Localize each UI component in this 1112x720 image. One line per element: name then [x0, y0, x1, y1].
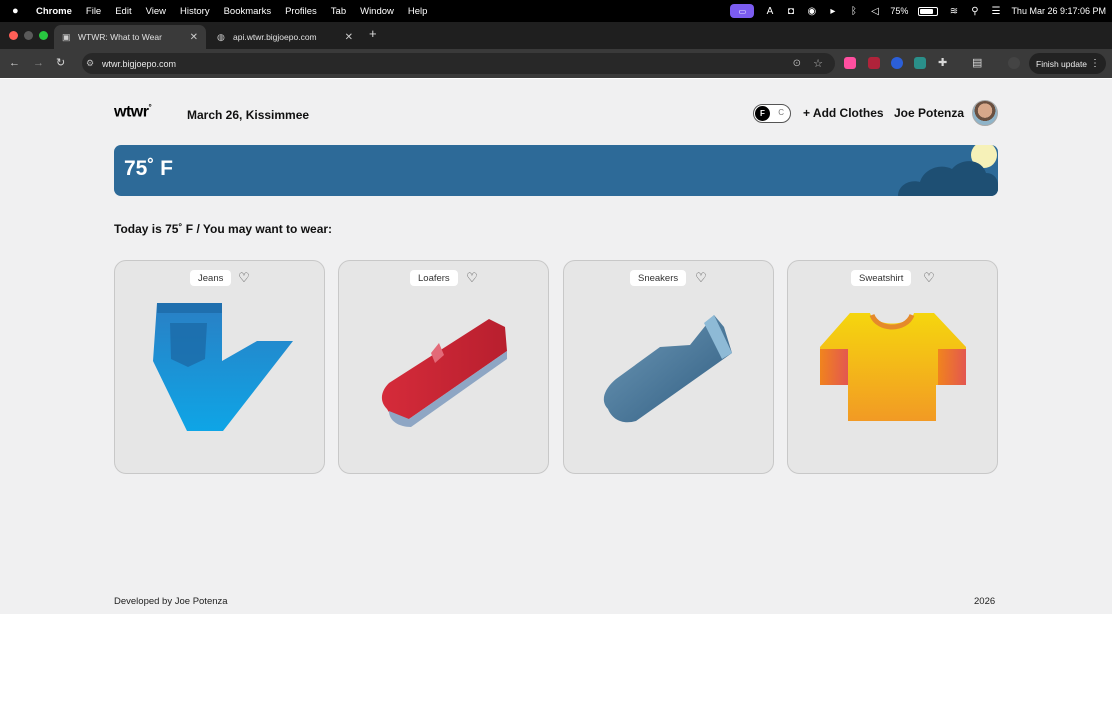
- clothing-suggestion-heading: Today is 75˚ F / You may want to wear:: [114, 222, 333, 236]
- bookmark-star-icon[interactable]: ☆: [813, 57, 823, 70]
- username[interactable]: Joe Potenza: [894, 106, 964, 120]
- extensions-puzzle-icon[interactable]: ✚: [938, 56, 947, 70]
- logo-mark: °: [148, 103, 152, 112]
- browser-tab-strip: ▣ WTWR: What to Wear ✕ ◍ api.wtwr.bigjoe…: [0, 22, 1112, 49]
- sweatshirt-icon: [820, 313, 966, 421]
- screenshot-icon[interactable]: ◘: [785, 6, 796, 17]
- site-info-icon[interactable]: ⚙: [86, 58, 94, 69]
- toggle-knob-fahrenheit: F: [755, 106, 770, 121]
- extension-teal-icon[interactable]: [914, 57, 926, 69]
- apple-menu-icon[interactable]: ●: [12, 5, 26, 17]
- battery-percent: 75%: [890, 6, 909, 16]
- menu-clock[interactable]: Thu Mar 26 9:17:06 PM: [1011, 6, 1106, 16]
- tab-api[interactable]: ◍ api.wtwr.bigjoepo.com ✕: [209, 25, 361, 49]
- spotlight-search-icon[interactable]: ⚲: [969, 6, 980, 17]
- back-arrow-icon[interactable]: ←: [9, 56, 20, 70]
- menu-view[interactable]: View: [146, 6, 166, 17]
- page-favicon-icon: ▣: [62, 32, 71, 42]
- extension-pink-icon[interactable]: [844, 57, 856, 69]
- menu-history[interactable]: History: [180, 6, 210, 17]
- play-icon[interactable]: ▸: [827, 6, 838, 17]
- weather-banner: 75˚ F: [114, 145, 998, 196]
- tab-title: WTWR: What to Wear: [78, 32, 162, 42]
- reload-icon[interactable]: ↻: [56, 56, 65, 70]
- footer-year: 2026: [974, 596, 996, 607]
- item-card-sweatshirt[interactable]: Sweatshirt ♡: [787, 260, 998, 474]
- address-bar[interactable]: ⚙ wtwr.bigjoepo.com ⊙ ☆: [82, 53, 835, 74]
- item-card-sneakers[interactable]: Sneakers ♡: [563, 260, 774, 474]
- tab-title: api.wtwr.bigjoepo.com: [233, 32, 317, 42]
- url-text: wtwr.bigjoepo.com: [102, 58, 177, 69]
- like-heart-icon[interactable]: ♡: [694, 270, 708, 286]
- sneakers-icon: [603, 315, 732, 423]
- item-name-label: Sneakers: [630, 270, 687, 286]
- add-clothes-button[interactable]: + Add Clothes: [803, 106, 884, 120]
- extension-password-icon[interactable]: [891, 57, 903, 69]
- tab-wtwr[interactable]: ▣ WTWR: What to Wear ✕: [54, 25, 206, 49]
- forward-arrow-icon[interactable]: →: [33, 56, 44, 70]
- menu-file[interactable]: File: [86, 6, 101, 17]
- font-icon[interactable]: A: [764, 6, 775, 17]
- side-panel-icon[interactable]: ▤: [972, 56, 982, 70]
- wtwr-logo[interactable]: wtwr°: [114, 103, 152, 121]
- volume-icon[interactable]: ◁: [869, 6, 880, 17]
- close-window-button[interactable]: [9, 31, 18, 40]
- jeans-icon: [153, 303, 293, 431]
- maximize-window-button[interactable]: [39, 31, 48, 40]
- item-card-jeans[interactable]: Jeans ♡: [114, 260, 325, 474]
- globe-icon: ◍: [217, 32, 225, 42]
- like-heart-icon[interactable]: ♡: [465, 270, 479, 286]
- weather-temperature: 75˚ F: [124, 157, 174, 180]
- date-location: March 26, Kissimmee: [187, 108, 310, 122]
- menu-bookmarks[interactable]: Bookmarks: [224, 6, 272, 17]
- macos-menu-bar: ● Chrome File Edit View History Bookmark…: [0, 0, 1112, 22]
- cloud-sun-icon: [898, 145, 998, 196]
- browser-toolbar: ← → ↻ ⚙ wtwr.bigjoepo.com ⊙ ☆ ✚ ▤ Finish…: [0, 49, 1112, 78]
- bluetooth-icon[interactable]: ᛒ: [848, 6, 859, 17]
- new-tab-button[interactable]: +: [369, 26, 377, 41]
- close-tab-icon[interactable]: ✕: [190, 32, 198, 43]
- profile-avatar-icon[interactable]: [1008, 57, 1020, 69]
- menu-extras: ▭ A ◘ ◉ ▸ ᛒ ◁ 75% ≋ ⚲ ☰ Thu Mar 26 9:17:…: [730, 0, 1106, 22]
- screen-share-icon[interactable]: ▭: [730, 4, 755, 18]
- record-icon[interactable]: ◉: [806, 6, 817, 17]
- menu-profiles[interactable]: Profiles: [285, 6, 317, 17]
- battery-icon[interactable]: [918, 6, 939, 16]
- wifi-icon[interactable]: ≋: [948, 6, 959, 17]
- logo-text: wtwr: [114, 103, 149, 121]
- menu-app-name[interactable]: Chrome: [36, 6, 72, 17]
- minimize-window-button[interactable]: [24, 31, 33, 40]
- extension-red-icon[interactable]: [868, 57, 880, 69]
- location-icon[interactable]: ⊙: [793, 58, 801, 69]
- menu-window[interactable]: Window: [360, 6, 394, 17]
- avatar[interactable]: [972, 100, 998, 126]
- toggle-label-celsius: C: [778, 108, 784, 117]
- item-name-label: Loafers: [410, 270, 458, 286]
- item-name-label: Sweatshirt: [851, 270, 912, 286]
- finish-update-button[interactable]: Finish update ⋮: [1029, 53, 1106, 74]
- item-card-loafers[interactable]: Loafers ♡: [338, 260, 549, 474]
- more-options-icon[interactable]: ⋮: [1090, 58, 1100, 69]
- like-heart-icon[interactable]: ♡: [922, 270, 936, 286]
- web-page: wtwr° March 26, Kissimmee F C + Add Clot…: [0, 79, 1112, 614]
- control-center-icon[interactable]: ☰: [990, 6, 1001, 17]
- footer-credit: Developed by Joe Potenza: [114, 596, 228, 607]
- loafers-icon: [381, 319, 507, 427]
- menu-tab[interactable]: Tab: [331, 6, 346, 17]
- finish-update-label: Finish update: [1036, 58, 1088, 69]
- menu-help[interactable]: Help: [408, 6, 428, 17]
- item-name-label: Jeans: [190, 270, 232, 286]
- menu-edit[interactable]: Edit: [115, 6, 131, 17]
- close-tab-icon[interactable]: ✕: [345, 32, 353, 43]
- temperature-unit-toggle[interactable]: F C: [753, 104, 791, 123]
- like-heart-icon[interactable]: ♡: [237, 270, 251, 286]
